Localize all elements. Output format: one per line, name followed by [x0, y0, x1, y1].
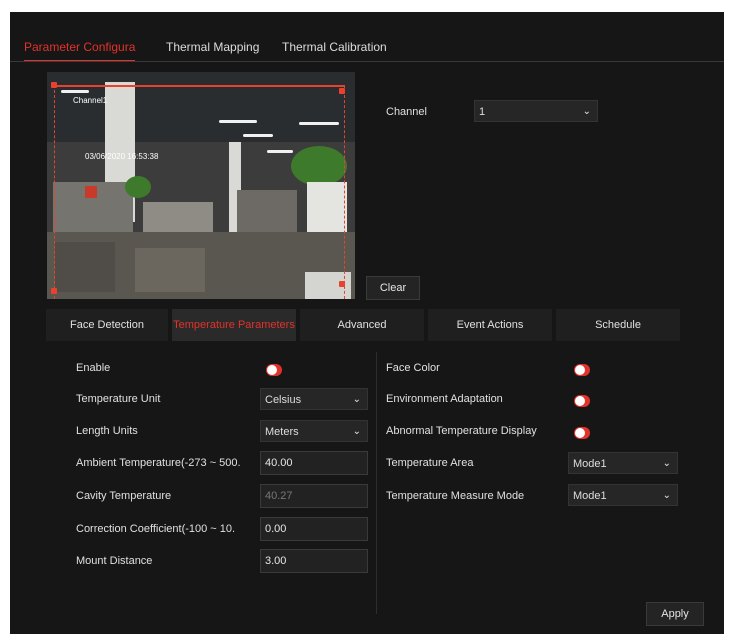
abnormal-temperature-display-label: Abnormal Temperature Display [386, 425, 537, 437]
apply-button[interactable]: Apply [646, 602, 704, 626]
enable-label: Enable [76, 362, 111, 374]
temperature-area-label: Temperature Area [386, 457, 474, 469]
temperature-area-value: Mode1 [573, 458, 607, 470]
top-tabs: Parameter Configura Thermal Mapping Ther… [10, 38, 724, 62]
subtab-advanced[interactable]: Advanced [300, 309, 424, 341]
chevron-down-icon: ⌄ [352, 394, 361, 405]
tab-parameter-configuration[interactable]: Parameter Configura [24, 38, 136, 62]
temperature-unit-label: Temperature Unit [76, 393, 161, 405]
face-color-toggle[interactable] [574, 364, 590, 376]
length-units-value: Meters [265, 426, 299, 438]
temperature-unit-select[interactable]: Celsius ⌄ [260, 388, 368, 410]
measure-region-outline[interactable] [54, 85, 345, 299]
cavity-temperature-field: 40.27 [260, 484, 368, 508]
correction-coefficient-label: Correction Coefficient(-100 ~ 10. [76, 523, 236, 535]
length-units-label: Length Units [76, 425, 138, 437]
subtab-schedule[interactable]: Schedule [556, 309, 680, 341]
column-divider [376, 352, 377, 614]
channel-label: Channel [386, 106, 427, 118]
subtab-temperature-parameters[interactable]: Temperature Parameters [172, 309, 296, 341]
subtab-face-detection[interactable]: Face Detection [46, 309, 168, 341]
cavity-temperature-label: Cavity Temperature [76, 490, 172, 502]
temperature-unit-value: Celsius [265, 394, 302, 406]
region-handle[interactable] [339, 281, 345, 287]
temperature-area-select[interactable]: Mode1 ⌄ [568, 452, 678, 474]
abnormal-temperature-display-toggle[interactable] [574, 427, 590, 439]
region-handle[interactable] [51, 288, 57, 294]
environment-adaptation-label: Environment Adaptation [386, 393, 503, 405]
environment-adaptation-toggle[interactable] [574, 395, 590, 407]
temperature-measure-mode-value: Mode1 [573, 490, 607, 502]
ambient-temperature-input[interactable]: 40.00 [260, 451, 368, 475]
video-preview[interactable]: Channel1 03/06/2020 16:53:38 [47, 72, 355, 299]
temperature-measure-mode-label: Temperature Measure Mode [386, 490, 525, 502]
ambient-temperature-label: Ambient Temperature(-273 ~ 500. [76, 457, 241, 469]
enable-toggle[interactable] [266, 364, 282, 376]
face-color-label: Face Color [386, 362, 440, 374]
chevron-down-icon: ⌄ [662, 490, 671, 501]
temperature-measure-mode-select[interactable]: Mode1 ⌄ [568, 484, 678, 506]
channel-select[interactable]: 1 ⌄ [474, 100, 598, 122]
clear-button[interactable]: Clear [366, 276, 420, 300]
tab-thermal-calibration[interactable]: Thermal Calibration [282, 38, 387, 60]
region-handle[interactable] [51, 82, 57, 88]
mount-distance-input[interactable]: 3.00 [260, 549, 368, 573]
settings-panel: Parameter Configura Thermal Mapping Ther… [10, 12, 724, 634]
chevron-down-icon: ⌄ [352, 426, 361, 437]
subtab-event-actions[interactable]: Event Actions [428, 309, 552, 341]
correction-coefficient-input[interactable]: 0.00 [260, 517, 368, 541]
region-handle[interactable] [339, 88, 345, 94]
tab-thermal-mapping[interactable]: Thermal Mapping [166, 38, 259, 60]
tabs-divider [10, 61, 724, 62]
mount-distance-label: Mount Distance [76, 555, 153, 567]
channel-value: 1 [479, 106, 486, 118]
chevron-down-icon: ⌄ [662, 458, 671, 469]
chevron-down-icon: ⌄ [582, 106, 591, 117]
length-units-select[interactable]: Meters ⌄ [260, 420, 368, 442]
